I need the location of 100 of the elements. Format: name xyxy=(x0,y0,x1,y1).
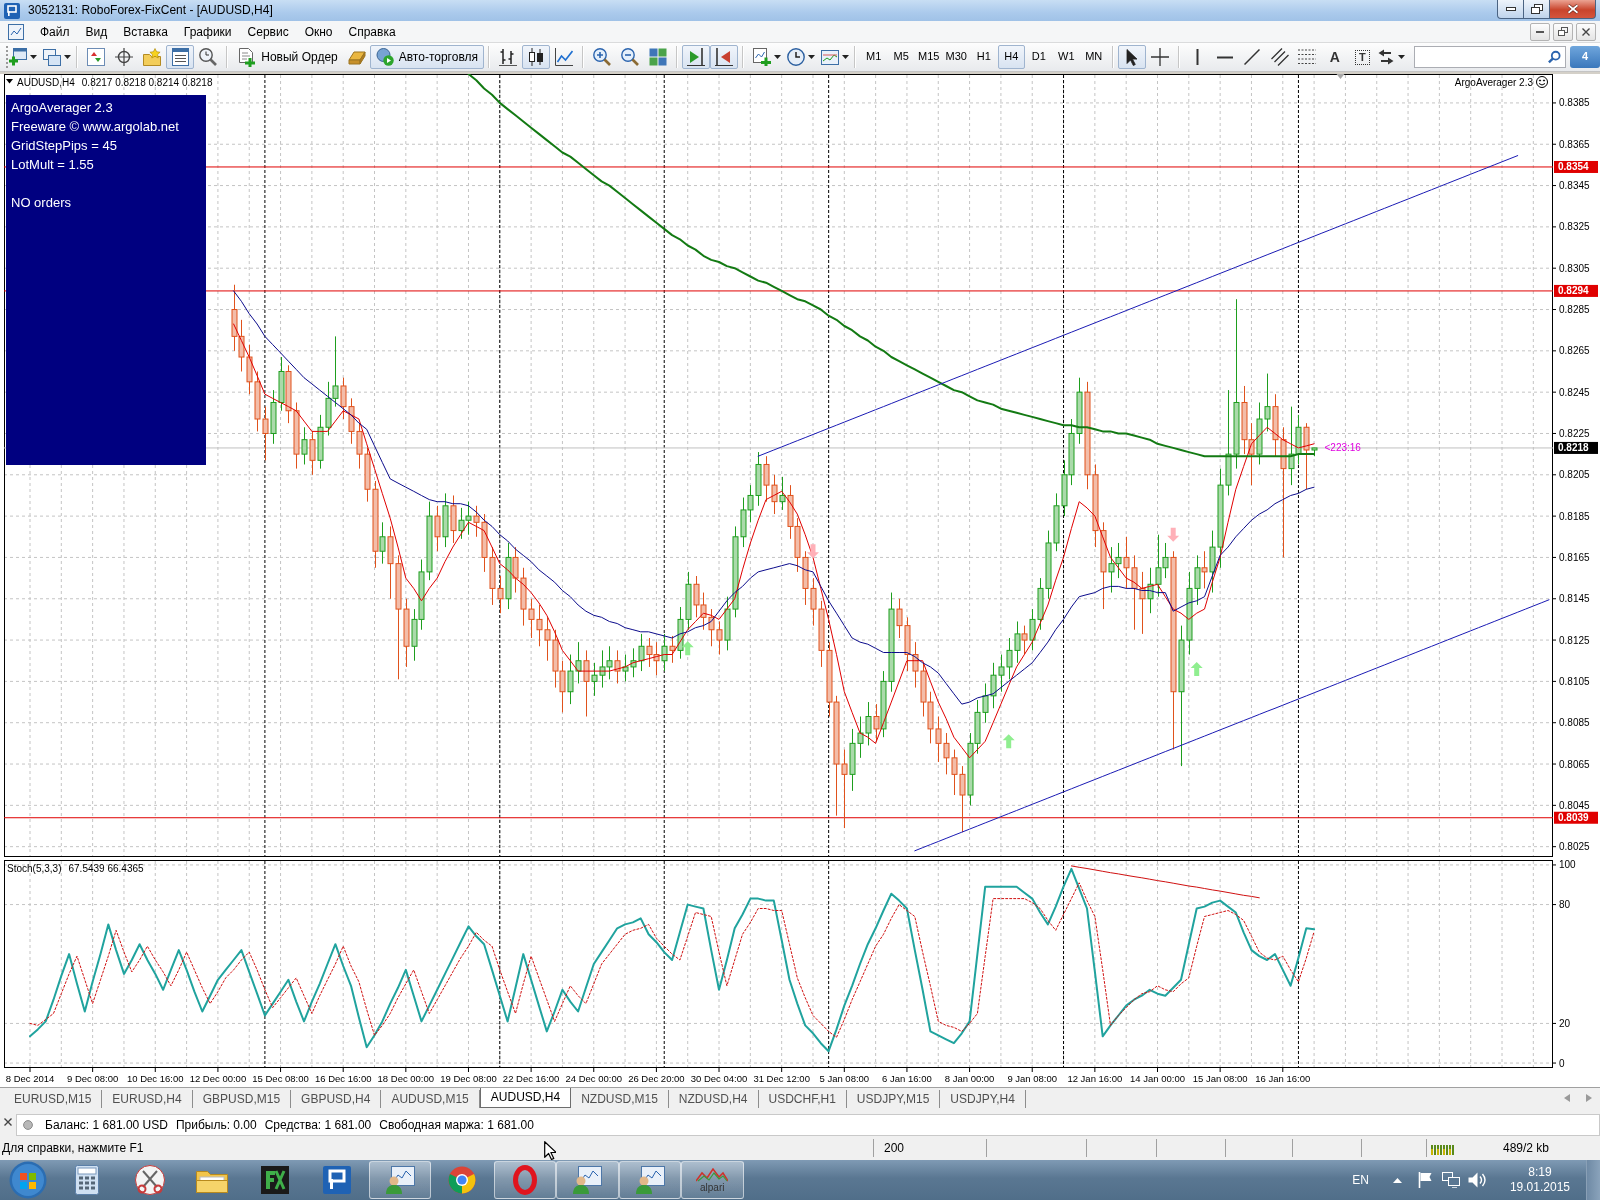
chart-tab[interactable]: GBPUSD,H4 xyxy=(291,1090,382,1108)
tile-windows-icon[interactable] xyxy=(649,48,667,66)
network-icon[interactable] xyxy=(1441,1172,1460,1188)
new-order-button[interactable]: Новый Ордер xyxy=(232,45,344,69)
toggle-button[interactable] xyxy=(682,45,710,69)
chart-tab[interactable]: EURUSD,H4 xyxy=(102,1090,193,1108)
taskbar-button[interactable] xyxy=(618,1161,681,1199)
chart-tab[interactable]: AUDUSD,M15 xyxy=(381,1090,480,1108)
menu-item[interactable]: Графики xyxy=(175,21,240,42)
ingot-icon[interactable] xyxy=(347,49,366,65)
volume-icon[interactable] xyxy=(1467,1172,1486,1188)
minimize-button[interactable] xyxy=(1497,0,1524,19)
dropdown-triangle-icon[interactable] xyxy=(6,79,13,84)
horizontal-line-icon[interactable] xyxy=(1216,55,1233,59)
chart-tab[interactable]: USDJPY,M15 xyxy=(846,1090,941,1108)
caret-icon[interactable] xyxy=(841,55,849,59)
timeframe-button[interactable]: W1 xyxy=(1052,45,1080,69)
chart-tab[interactable]: USDCHF,H1 xyxy=(758,1090,847,1108)
caret-icon[interactable] xyxy=(1397,55,1405,59)
flag-icon[interactable] xyxy=(1417,1172,1434,1188)
taskbar-button[interactable]: alpari xyxy=(681,1161,744,1199)
caret-icon[interactable] xyxy=(807,55,815,59)
chart-tab[interactable]: NZDUSD,H4 xyxy=(668,1090,759,1108)
text-tool-button[interactable]: A xyxy=(1321,45,1349,69)
zoom-in-icon[interactable] xyxy=(593,48,611,66)
timeframe-button[interactable]: MN xyxy=(1080,45,1108,69)
axis-label: 0.8045 xyxy=(1559,799,1590,811)
restore-button[interactable] xyxy=(1553,22,1573,41)
traffic-text: 489/2 kb xyxy=(1503,1140,1550,1156)
document-chart-icon[interactable] xyxy=(8,23,24,40)
caret-icon[interactable] xyxy=(63,55,71,59)
timeframe-button[interactable]: H1 xyxy=(970,45,998,69)
chart-tab[interactable]: GBPUSD,M15 xyxy=(192,1090,292,1108)
timeframe-button[interactable]: M30 xyxy=(942,45,970,69)
arrows-icon[interactable] xyxy=(1378,49,1394,65)
search-field[interactable] xyxy=(1414,46,1566,68)
menu-item[interactable]: Вставка xyxy=(115,21,176,42)
toggle-button[interactable] xyxy=(710,45,738,69)
price-tag: 0.8218 xyxy=(1554,441,1598,454)
timeframe-button[interactable]: H4 xyxy=(997,45,1025,69)
language-indicator[interactable]: EN xyxy=(1352,1172,1369,1188)
timeframe-button[interactable]: M15 xyxy=(915,45,943,69)
menu-item[interactable]: Окно xyxy=(296,21,341,42)
windows-icon[interactable] xyxy=(43,48,62,66)
start-orb-icon[interactable] xyxy=(9,1161,47,1199)
crosshair-icon xyxy=(1150,48,1169,66)
indicator-readout: 67.5439 66.4365 xyxy=(68,863,144,874)
trend-line-icon[interactable] xyxy=(1244,49,1261,65)
menu-item[interactable]: Сервис xyxy=(239,21,297,42)
bars-count-text: 200 xyxy=(884,1140,905,1156)
text-tool-button[interactable]: T xyxy=(1348,45,1376,69)
clock-icon[interactable] xyxy=(787,48,805,66)
minimize-icon xyxy=(1505,7,1516,11)
toggle-button[interactable] xyxy=(166,45,195,69)
close-button[interactable] xyxy=(1576,22,1596,41)
price-tag: 0.8294 xyxy=(1554,284,1598,297)
chart-tab[interactable]: NZDUSD,M15 xyxy=(571,1090,669,1108)
price-tag: 0.8354 xyxy=(1554,160,1598,173)
window-plus-icon[interactable] xyxy=(9,48,28,66)
vertical-line-icon[interactable] xyxy=(1195,49,1199,65)
chart-tab[interactable]: AUDUSD,H4 xyxy=(479,1088,572,1108)
ring-logo-icon xyxy=(512,1165,537,1195)
document-plus-icon xyxy=(238,47,257,67)
taskbar-button[interactable] xyxy=(368,1161,431,1199)
chart-title: Stoch(5,3,3) xyxy=(7,863,62,874)
caret-up-icon[interactable] xyxy=(1392,1177,1402,1183)
axis-label: 9 Jan 08:00 xyxy=(1007,1073,1058,1084)
autotrading-button[interactable]: Авто-торговля xyxy=(369,45,484,69)
menu-item[interactable]: Файл xyxy=(32,21,78,42)
toggle-button[interactable] xyxy=(522,45,550,69)
template-icon[interactable] xyxy=(821,49,839,65)
taskbar-button[interactable] xyxy=(493,1161,556,1199)
restore-button[interactable] xyxy=(1524,0,1550,19)
timeframe-button[interactable]: M5 xyxy=(887,45,915,69)
chart-tab[interactable]: EURUSD,M15 xyxy=(4,1090,103,1108)
chart-tab[interactable]: USDJPY,H4 xyxy=(940,1090,1026,1108)
toggle-button[interactable] xyxy=(1117,45,1146,69)
close-button[interactable] xyxy=(1550,0,1596,19)
candlestick-icon xyxy=(527,48,545,66)
bearish-candlestick xyxy=(450,494,457,544)
channel-icon[interactable] xyxy=(1270,48,1289,66)
timeframe-button[interactable]: D1 xyxy=(1025,45,1053,69)
menu-item[interactable]: Вид xyxy=(77,21,116,42)
ref-line-label: 0.8039 xyxy=(1558,812,1590,824)
menu-item[interactable]: Справка xyxy=(340,21,404,42)
fibonacci-icon[interactable] xyxy=(1298,49,1317,65)
minimize-button[interactable] xyxy=(1530,22,1550,41)
caret-icon[interactable] xyxy=(29,55,37,59)
zoom-out-icon[interactable] xyxy=(621,48,639,66)
status-dot-icon xyxy=(23,1120,33,1130)
timeframe-button[interactable]: M1 xyxy=(860,45,888,69)
caret-icon[interactable] xyxy=(773,55,781,59)
indicator-plus-icon[interactable] xyxy=(753,48,771,66)
clock-time[interactable]: 8:19 xyxy=(1528,1165,1552,1180)
clock-date[interactable]: 19.01.2015 xyxy=(1509,1180,1570,1195)
taskbar-button[interactable] xyxy=(556,1161,619,1199)
chart-title: AUDUSD,H4 xyxy=(17,77,75,88)
close-icon[interactable] xyxy=(4,1118,12,1126)
search-icon[interactable] xyxy=(1548,50,1561,64)
account-summary-text: Баланс: 1 681.00 USD xyxy=(45,1117,168,1133)
